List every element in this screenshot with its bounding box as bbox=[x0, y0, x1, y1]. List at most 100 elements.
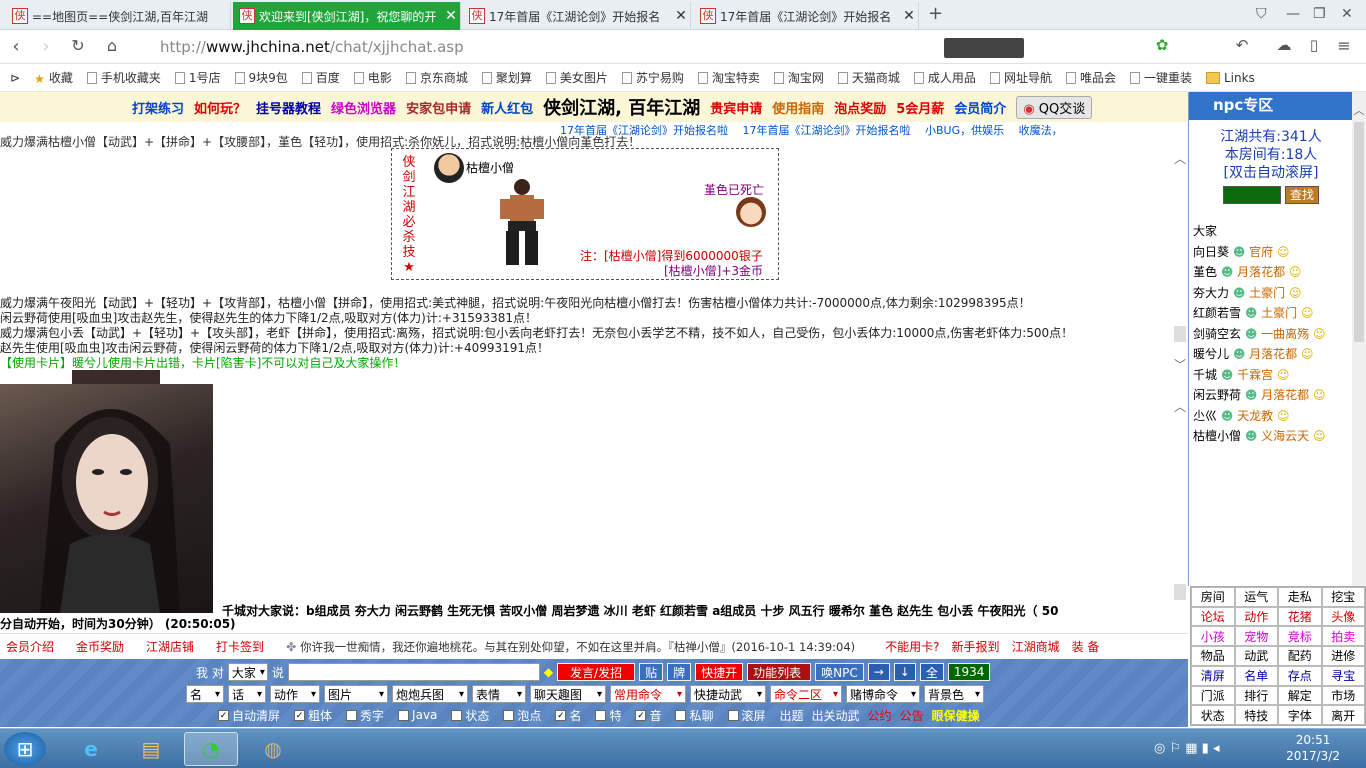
user-name[interactable]: 剑骑空玄 bbox=[1193, 327, 1241, 341]
link-cannot-use-card[interactable]: 不能用卡? bbox=[885, 638, 939, 655]
tab-jianghu-lunjian-2[interactable]: 侠 17年首届《江湖论剑》开始报名 ✕ bbox=[694, 2, 919, 30]
bookmark-item[interactable]: 唯品会 bbox=[1065, 69, 1116, 86]
function-grid-button[interactable]: 小孩 bbox=[1191, 626, 1235, 647]
link-member-intro[interactable]: 会员简介 bbox=[954, 98, 1006, 117]
select-quick-fight[interactable]: 快捷动武 bbox=[690, 685, 766, 703]
minimize-icon[interactable]: — bbox=[1286, 6, 1300, 22]
qq-chat-button[interactable]: ◉ QQ交谈 bbox=[1016, 95, 1093, 119]
function-grid-button[interactable]: 拍卖 bbox=[1321, 626, 1365, 647]
function-grid-button[interactable]: 论坛 bbox=[1191, 606, 1235, 627]
control-link[interactable]: 出关动武 bbox=[812, 707, 860, 724]
link-how-to-play[interactable]: 如何玩？ bbox=[194, 98, 246, 117]
link-checkin[interactable]: 打卡签到 bbox=[216, 638, 264, 655]
function-grid-button[interactable]: 清屏 bbox=[1191, 665, 1235, 686]
address-bar[interactable]: http://www.jhchina.net/chat/xjjhchat.asp bbox=[140, 35, 940, 59]
user-list-item[interactable]: 向日葵 ☻ 官府 ☺ bbox=[1193, 243, 1351, 264]
user-faction-link[interactable]: 千霖宫 bbox=[1237, 368, 1273, 382]
user-search-input[interactable] bbox=[1222, 186, 1281, 204]
checkbox-option[interactable]: ✓ 自动清屏 bbox=[218, 707, 280, 724]
bookmark-panel-icon[interactable]: ▯ bbox=[1302, 36, 1326, 54]
checkbox-option[interactable]: 秀字 bbox=[346, 707, 384, 724]
link-vip-apply[interactable]: 贵宾申请 bbox=[710, 98, 762, 117]
link-member-intro-bottom[interactable]: 会员介绍 bbox=[6, 638, 54, 655]
new-tab-icon[interactable]: + bbox=[928, 3, 943, 24]
function-grid-button[interactable]: 运气 bbox=[1234, 587, 1278, 607]
user-faction-link[interactable]: 月落花都 bbox=[1249, 347, 1297, 361]
checkbox-option[interactable]: 私聊 bbox=[675, 707, 714, 724]
checkbox-option[interactable]: 滚屏 bbox=[727, 707, 766, 724]
checkbox-box[interactable] bbox=[503, 709, 515, 721]
checkbox-box[interactable] bbox=[675, 709, 687, 721]
card-button[interactable]: 牌 bbox=[667, 663, 692, 681]
select-gamble-command[interactable]: 赌博命令 bbox=[846, 685, 920, 703]
control-link[interactable]: 公约 bbox=[868, 707, 892, 724]
bookmark-item[interactable]: 苏宁易购 bbox=[621, 69, 684, 86]
close-tab-icon[interactable]: ✕ bbox=[672, 8, 690, 24]
checkbox-option[interactable]: 特 bbox=[595, 707, 621, 724]
checkbox-box[interactable] bbox=[451, 709, 463, 721]
user-name[interactable]: 夯大力 bbox=[1193, 286, 1229, 300]
user-list-item[interactable]: 红颜若雪 ☻ 土豪门 ☺ bbox=[1193, 304, 1351, 325]
tab-chat-room[interactable]: 侠 欢迎来到[侠剑江湖]，祝您聊的开 ✕ bbox=[233, 2, 461, 30]
close-tab-icon[interactable]: ✕ bbox=[900, 8, 918, 24]
user-name[interactable]: 尐巛 bbox=[1193, 409, 1217, 423]
user-name[interactable]: 枯檀小僧 bbox=[1193, 429, 1241, 443]
file-explorer-icon[interactable]: ▤ bbox=[124, 732, 178, 766]
tab-jianghu-lunjian-1[interactable]: 侠 17年首届《江湖论剑》开始报名 ✕ bbox=[463, 2, 691, 30]
checkbox-option[interactable]: Java bbox=[398, 708, 437, 722]
function-grid-button[interactable]: 门派 bbox=[1191, 685, 1235, 706]
user-list-item[interactable]: 闲云野荷 ☻ 月落花都 ☺ bbox=[1193, 386, 1351, 407]
user-list-item[interactable]: 剑骑空玄 ☻ 一曲离殇 ☺ bbox=[1193, 325, 1351, 346]
select-speech[interactable]: 话 bbox=[228, 685, 266, 703]
npc-scroll-up-icon[interactable]: ︿ bbox=[1352, 102, 1366, 118]
chat2-scrollbar-thumb[interactable] bbox=[1174, 584, 1186, 600]
bookmark-item[interactable]: 淘宝网 bbox=[773, 69, 824, 86]
right-arrow-button[interactable]: → bbox=[867, 663, 890, 681]
function-grid-button[interactable]: 配药 bbox=[1278, 646, 1322, 666]
link-newbie-redpacket[interactable]: 新人红包 bbox=[481, 98, 533, 117]
bookmark-item[interactable]: Links bbox=[1205, 71, 1255, 85]
chat-scroll-down-icon[interactable]: ﹀ bbox=[1172, 356, 1188, 372]
link-user-guide[interactable]: 使用指南 bbox=[772, 98, 824, 117]
autoscroll-hint[interactable]: [双击自动滚屏] bbox=[1189, 164, 1353, 182]
link-mall[interactable]: 江湖商城 bbox=[1012, 638, 1060, 655]
bookmark-item[interactable]: 天猫商城 bbox=[837, 69, 900, 86]
bookmark-item[interactable]: ★ 收藏 bbox=[34, 69, 73, 86]
quick-open-button[interactable]: 快捷开 bbox=[695, 663, 744, 681]
control-link[interactable]: 公告 bbox=[900, 707, 924, 724]
function-grid-button[interactable]: 走私 bbox=[1278, 587, 1322, 607]
user-faction-link[interactable]: 土豪门 bbox=[1261, 306, 1297, 320]
control-link[interactable]: 出题 bbox=[780, 707, 804, 724]
function-grid-button[interactable]: 动武 bbox=[1234, 646, 1278, 666]
user-list-item[interactable]: 枯檀小僧 ☻ 义海云天 ☺ bbox=[1193, 427, 1351, 448]
down-arrow-button[interactable]: ↓ bbox=[893, 663, 916, 681]
checkbox-box[interactable]: ✓ bbox=[635, 709, 647, 721]
link-green-browser[interactable]: 绿色浏览器 bbox=[331, 98, 396, 117]
checkbox-box[interactable] bbox=[595, 709, 607, 721]
bookmark-item[interactable]: 京东商城 bbox=[405, 69, 468, 86]
user-list-item[interactable]: 大家 bbox=[1193, 222, 1351, 243]
cloud-icon[interactable]: ☁ bbox=[1272, 36, 1296, 54]
function-grid-button[interactable]: 头像 bbox=[1321, 606, 1365, 627]
function-grid-button[interactable]: 存点 bbox=[1278, 665, 1322, 686]
link-gold-reward[interactable]: 金币奖励 bbox=[76, 638, 124, 655]
checkbox-option[interactable]: ✓ 名 bbox=[555, 707, 581, 724]
function-grid-button[interactable]: 宠物 bbox=[1234, 626, 1278, 647]
checkbox-option[interactable]: 泡点 bbox=[503, 707, 541, 724]
select-name[interactable]: 名 bbox=[186, 685, 224, 703]
bookmark-item[interactable]: 聚划算 bbox=[481, 69, 532, 86]
forward-icon[interactable]: › bbox=[34, 36, 58, 57]
user-list-item[interactable]: 尐巛 ☻ 天龙教 ☺ bbox=[1193, 407, 1351, 428]
paste-button[interactable]: 贴 bbox=[639, 663, 664, 681]
reload-icon[interactable]: ↻ bbox=[66, 36, 90, 55]
user-faction-link[interactable]: 月落花都 bbox=[1261, 388, 1309, 402]
bookmark-item[interactable]: 9块9包 bbox=[234, 69, 288, 86]
function-grid-button[interactable]: 解定 bbox=[1278, 685, 1322, 706]
app-taskbar-icon[interactable]: ◍ bbox=[246, 732, 300, 766]
function-grid-button[interactable]: 字体 bbox=[1278, 705, 1322, 725]
function-grid-button[interactable]: 排行 bbox=[1234, 685, 1278, 706]
message-input[interactable] bbox=[287, 663, 540, 681]
link-bubble-reward[interactable]: 泡点奖励 bbox=[834, 98, 886, 117]
bookmark-item[interactable]: 百度 bbox=[301, 69, 340, 86]
close-window-icon[interactable]: ✕ bbox=[1341, 6, 1353, 22]
